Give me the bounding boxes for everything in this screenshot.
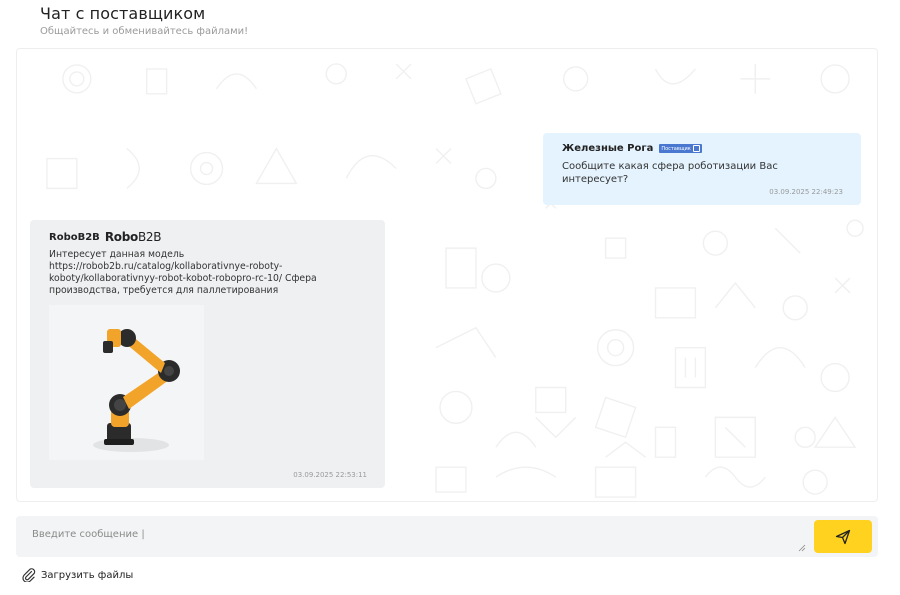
send-icon [835,529,851,544]
message-author: Железные Рога Поставщик [562,143,842,154]
page-header: Чат с поставщиком Общайтесь и обменивайт… [40,4,248,37]
upload-files-button[interactable]: Загрузить файлы [22,568,133,582]
message-timestamp: 03.09.2025 22:53:11 [293,471,367,479]
message-text: Интересует данная модель https://robob2b… [49,249,317,296]
supplier-badge: Поставщик [659,144,702,153]
page-subtitle: Общайтесь и обменивайтесь файлами! [40,26,249,37]
badge-label: Поставщик [661,145,691,152]
paperclip-icon [22,568,36,582]
message-author: RoboB2B RoboB2B [49,230,366,244]
message-input[interactable] [16,516,808,557]
page-title: Чат с поставщиком [40,4,206,23]
author-name: Железные Рога [562,143,654,154]
author-name: RoboB2B [49,231,100,243]
send-button[interactable] [814,520,872,553]
chat-window[interactable]: Железные Рога Поставщик Сообщите какая с… [16,48,878,502]
upload-files-label: Загрузить файлы [41,569,134,581]
message-text: Сообщите какая сфера роботизации Вас инт… [562,161,778,185]
robob2b-logo: RoboB2B [104,230,162,244]
message-timestamp: 03.09.2025 22:49:23 [769,188,843,196]
robot-arm-image[interactable] [49,305,204,460]
message-composer [16,516,878,557]
resize-handle-icon[interactable] [798,544,806,552]
message-outgoing: Железные Рога Поставщик Сообщите какая с… [543,133,861,205]
message-incoming: RoboB2B RoboB2B Интересует данная модель… [30,220,385,488]
verified-icon [692,145,700,152]
